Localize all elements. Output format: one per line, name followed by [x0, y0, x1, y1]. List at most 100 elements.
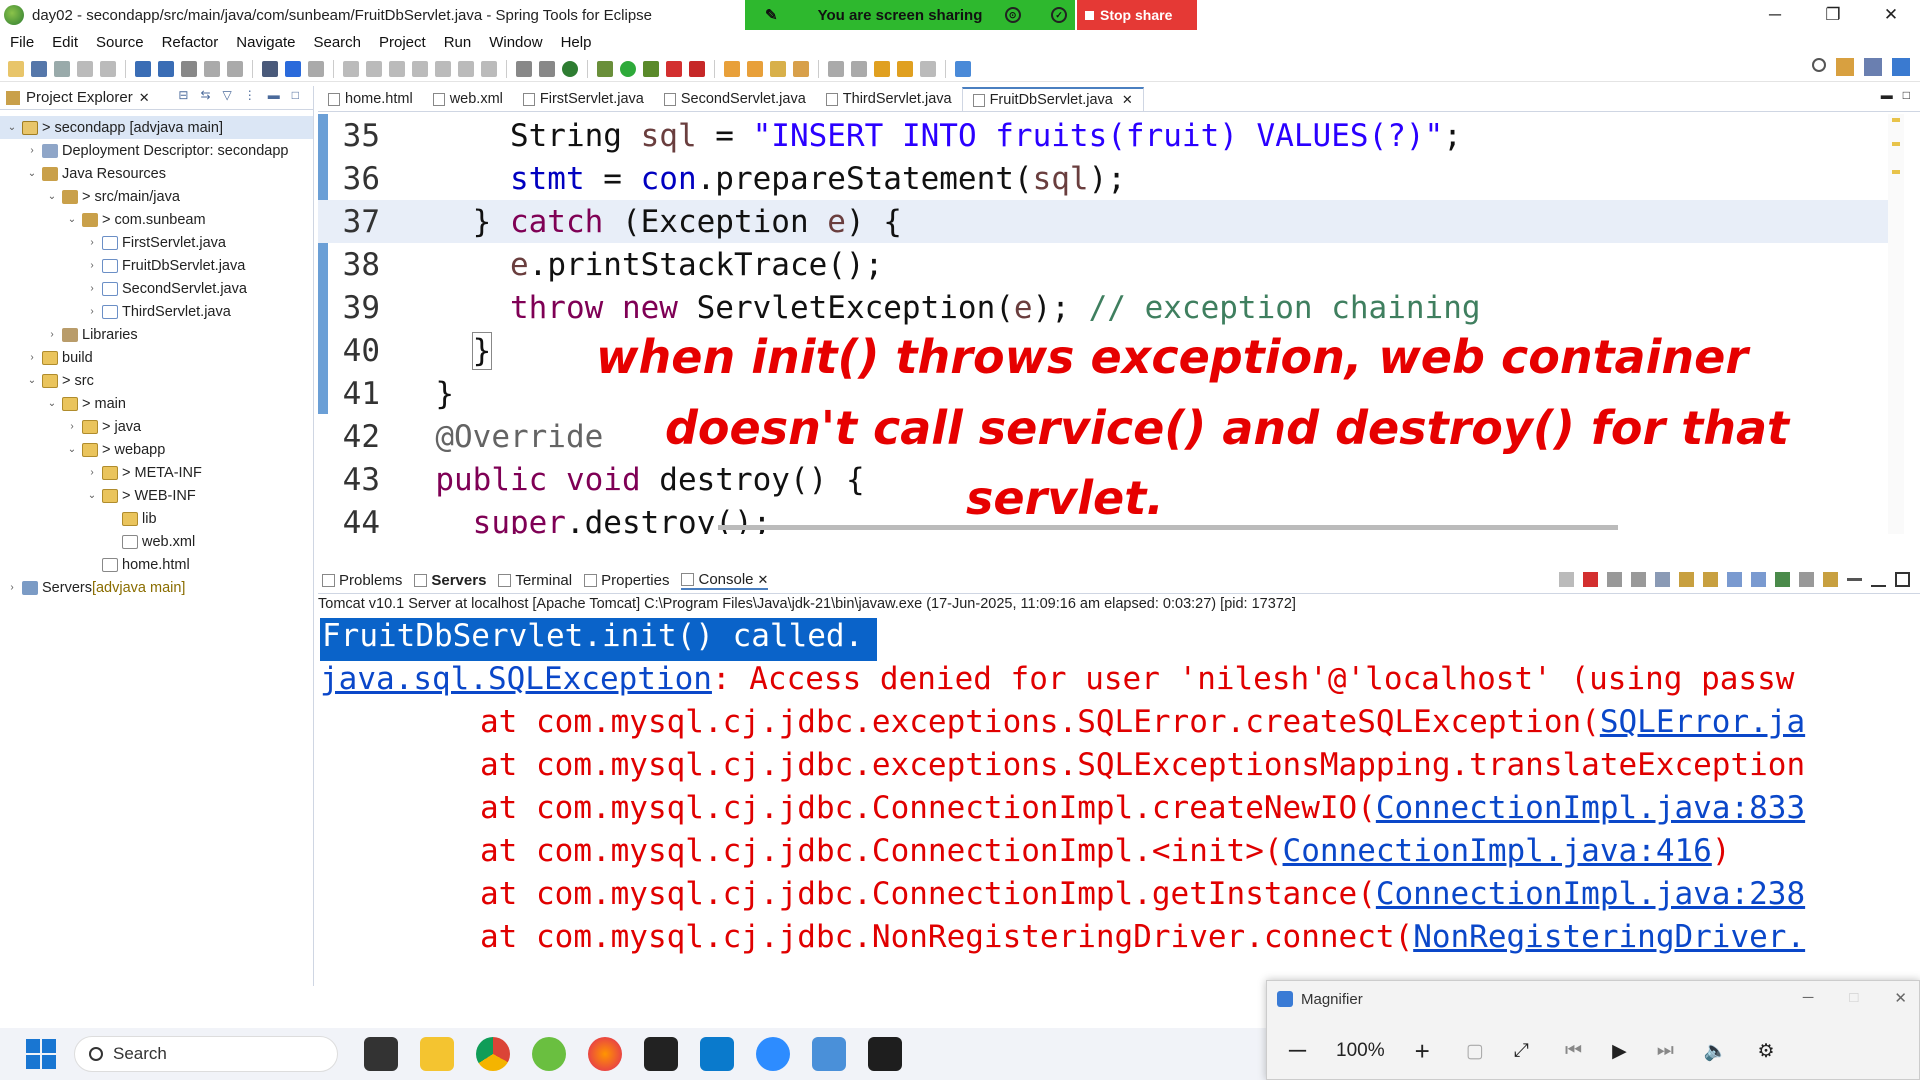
- tab-secondservlet[interactable]: SecondServlet.java: [654, 87, 816, 111]
- read-from-here-icon[interactable]: 🔈: [1704, 1039, 1728, 1063]
- view-menu-icon[interactable]: [1847, 578, 1862, 581]
- previous-annotation-icon[interactable]: [851, 60, 867, 77]
- tree-node-secondservlet[interactable]: › SecondServlet.java: [0, 277, 313, 300]
- tab-home-html[interactable]: home.html: [318, 87, 423, 111]
- tab-problems[interactable]: Problems: [322, 572, 402, 589]
- java-ee-perspective-icon[interactable]: [1864, 58, 1882, 76]
- close-icon[interactable]: ✕: [139, 90, 150, 106]
- tree-node-lib[interactable]: lib: [0, 507, 313, 530]
- terminal-app-icon[interactable]: [868, 1037, 902, 1071]
- menu-navigate[interactable]: Navigate: [236, 34, 295, 51]
- next-annotation-icon[interactable]: [828, 60, 844, 77]
- new-java-package-icon[interactable]: [724, 60, 740, 77]
- tree-node-src[interactable]: ⌄ > src: [0, 369, 313, 392]
- warning-marker[interactable]: [1892, 142, 1900, 146]
- step-into-icon[interactable]: [435, 60, 451, 77]
- code-editor[interactable]: 35 String sql = "INSERT INTO fruits(frui…: [318, 114, 1904, 534]
- disconnect-icon[interactable]: [412, 60, 428, 77]
- tree-node-java-resources[interactable]: ⌄ Java Resources: [0, 162, 313, 185]
- maximize-view-icon[interactable]: □: [1903, 88, 1910, 102]
- menu-run[interactable]: Run: [444, 34, 472, 51]
- tree-node-java-folder[interactable]: › > java: [0, 415, 313, 438]
- tab-thirdservlet[interactable]: ThirdServlet.java: [816, 87, 962, 111]
- start-button[interactable]: [26, 1039, 56, 1069]
- expand-icon[interactable]: ⤢: [1514, 1040, 1529, 1062]
- search-tool-icon[interactable]: [793, 60, 809, 77]
- tab-terminal[interactable]: Terminal: [498, 572, 572, 589]
- tree-node-main[interactable]: ⌄ > main: [0, 392, 313, 415]
- link-editor-icon[interactable]: ⇆: [200, 88, 210, 102]
- fullscreen-view-icon[interactable]: ▢: [1466, 1040, 1484, 1063]
- pin-console-icon[interactable]: [1775, 572, 1790, 587]
- undo-icon[interactable]: [77, 60, 93, 77]
- open-type-icon[interactable]: [181, 60, 197, 77]
- toggle-icon[interactable]: [539, 60, 555, 77]
- maximize-view-icon[interactable]: [1895, 572, 1910, 587]
- close-button[interactable]: ✕: [1862, 0, 1920, 30]
- stack-frame-link[interactable]: ConnectionImpl.java:833: [1376, 790, 1805, 826]
- magnifier-app-icon[interactable]: [812, 1037, 846, 1071]
- tree-node-thirdservlet[interactable]: › ThirdServlet.java: [0, 300, 313, 323]
- skip-breakpoints-icon[interactable]: [308, 60, 324, 77]
- firefox-icon[interactable]: [588, 1037, 622, 1071]
- pin-editor-icon[interactable]: [955, 60, 971, 77]
- new-server-icon[interactable]: [135, 60, 151, 77]
- stack-frame-link[interactable]: ConnectionImpl.java:238: [1376, 876, 1805, 912]
- chrome-icon[interactable]: [476, 1037, 510, 1071]
- menu-edit[interactable]: Edit: [52, 34, 78, 51]
- pen-icon[interactable]: ✎: [765, 6, 778, 24]
- restart-icon[interactable]: [1559, 572, 1574, 587]
- tree-node-meta-inf[interactable]: › > META-INF: [0, 461, 313, 484]
- remove-all-icon[interactable]: [1631, 572, 1646, 587]
- resume-icon[interactable]: [343, 60, 359, 77]
- tab-fruitdbservlet[interactable]: FruitDbServlet.java ✕: [961, 87, 1144, 111]
- settings-icon[interactable]: ⚙: [1757, 1040, 1774, 1063]
- zoom-out-button[interactable]: ─: [1289, 1037, 1306, 1065]
- tab-console[interactable]: Console ✕: [681, 571, 769, 590]
- close-button[interactable]: ✕: [1894, 989, 1907, 1007]
- tree-node-web-xml[interactable]: web.xml: [0, 530, 313, 553]
- view-menu-icon[interactable]: ⋮: [244, 88, 256, 102]
- tab-servers[interactable]: Servers: [414, 572, 486, 589]
- tree-node-servers[interactable]: › Servers [advjava main]: [0, 576, 313, 599]
- file-explorer-icon[interactable]: [420, 1037, 454, 1071]
- play-icon[interactable]: ▶: [1612, 1040, 1627, 1063]
- scroll-lock-icon[interactable]: [1679, 572, 1694, 587]
- minimize-button[interactable]: ─: [1746, 0, 1804, 30]
- close-icon[interactable]: ✕: [1122, 92, 1133, 108]
- tree-node-secondapp[interactable]: ⌄ > secondapp [advjava main]: [0, 116, 313, 139]
- horizontal-scrollbar[interactable]: [718, 525, 1618, 530]
- stop-share-button[interactable]: Stop share: [1077, 0, 1197, 30]
- coverage-icon[interactable]: [643, 60, 659, 77]
- suspend-icon[interactable]: [366, 60, 382, 77]
- word-wrap-icon[interactable]: [1703, 572, 1718, 587]
- new-icon[interactable]: [8, 60, 24, 77]
- tree-node-web-inf[interactable]: ⌄ > WEB-INF: [0, 484, 313, 507]
- clear-console-icon[interactable]: [1655, 572, 1670, 587]
- menu-search[interactable]: Search: [313, 34, 361, 51]
- tree-node-fruitdbservlet[interactable]: › FruitDbServlet.java: [0, 254, 313, 277]
- step-over-icon[interactable]: [458, 60, 474, 77]
- show-on-output-icon[interactable]: [1727, 572, 1742, 587]
- menu-refactor[interactable]: Refactor: [162, 34, 219, 51]
- task-list-icon[interactable]: [516, 60, 532, 77]
- filter-icon[interactable]: ▽: [223, 88, 232, 102]
- stack-frame-link[interactable]: SQLError.ja: [1600, 704, 1805, 740]
- save-all-icon[interactable]: [54, 60, 70, 77]
- terminal-icon[interactable]: [262, 60, 278, 77]
- shield-icon[interactable]: ✓: [1051, 7, 1067, 23]
- tree-node-firstservlet[interactable]: › FirstServlet.java: [0, 231, 313, 254]
- next-icon[interactable]: ⏭: [1657, 1040, 1674, 1062]
- spring-boot-icon[interactable]: [158, 60, 174, 77]
- console-output[interactable]: FruitDbServlet.init() called. java.sql.S…: [318, 618, 1908, 978]
- menu-file[interactable]: File: [10, 34, 34, 51]
- warning-marker[interactable]: [1892, 118, 1900, 122]
- tree-node-src-main-java[interactable]: ⌄ > src/main/java: [0, 185, 313, 208]
- minimize-view-icon[interactable]: [1871, 572, 1886, 587]
- warning-marker[interactable]: [1892, 170, 1900, 174]
- zoom-in-button[interactable]: +: [1415, 1036, 1430, 1067]
- vscode-icon[interactable]: [700, 1037, 734, 1071]
- overview-ruler[interactable]: [1888, 114, 1904, 534]
- previous-icon[interactable]: ⏮: [1565, 1040, 1582, 1062]
- format-icon[interactable]: [227, 60, 243, 77]
